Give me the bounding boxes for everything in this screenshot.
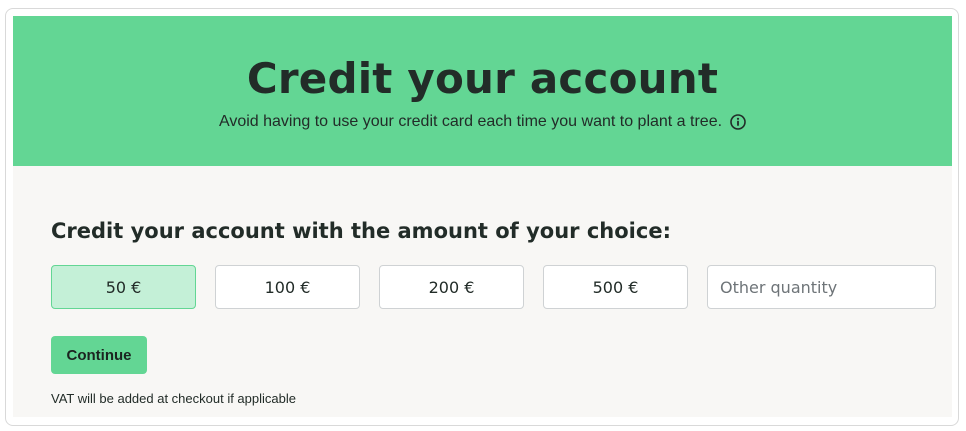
amount-option-100[interactable]: 100 € [215, 265, 360, 309]
header-subtitle: Avoid having to use your credit card eac… [218, 113, 723, 130]
other-quantity-input[interactable] [707, 265, 936, 309]
amount-option-500[interactable]: 500 € [543, 265, 688, 309]
amount-option-label: 50 € [105, 277, 142, 297]
amount-option-200[interactable]: 200 € [379, 265, 524, 309]
header-subtitle-row: Avoid having to use your credit card eac… [13, 113, 952, 131]
continue-button[interactable]: Continue [51, 336, 147, 374]
info-circle-icon[interactable] [730, 114, 746, 130]
page-title: Credit your account [246, 54, 719, 103]
amount-option-label: 500 € [592, 277, 639, 297]
amount-option-label: 200 € [428, 277, 475, 297]
vat-note: VAT will be added at checkout if applica… [51, 391, 296, 406]
amount-option-50[interactable]: 50 € [51, 265, 196, 309]
header-banner: Credit your account Avoid having to use … [13, 16, 952, 166]
credit-form-heading: Credit your account with the amount of y… [51, 219, 671, 243]
credit-form-panel: Credit your account with the amount of y… [13, 166, 952, 417]
amount-option-label: 100 € [264, 277, 311, 297]
